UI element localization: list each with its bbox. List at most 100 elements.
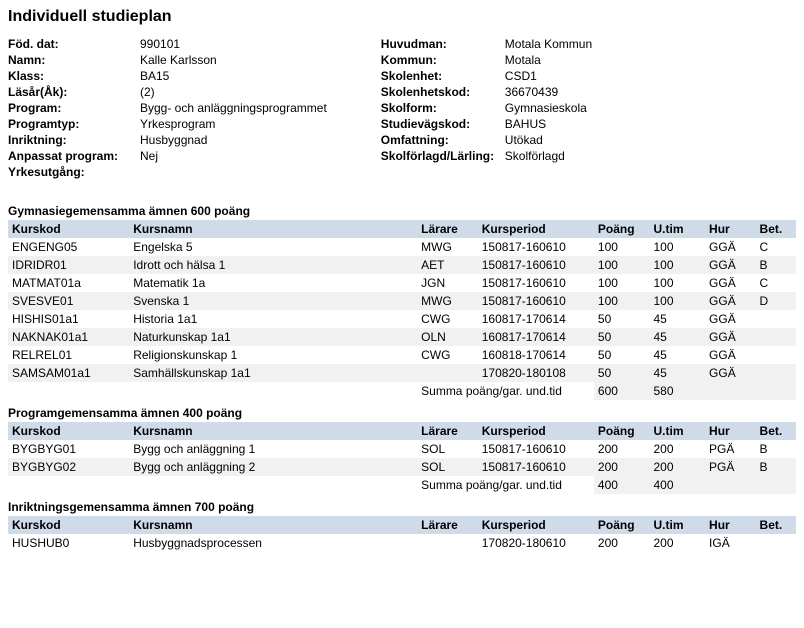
info-value: (2) [136, 84, 331, 100]
column-header: Poäng [594, 422, 650, 440]
cell-period: 150817-160610 [478, 458, 594, 476]
cell-larare: SOL [417, 440, 478, 458]
cell-bet [756, 310, 796, 328]
cell-hur: GGÄ [705, 310, 756, 328]
cell-period: 150817-160610 [478, 256, 594, 274]
cell-kurskod: HUSHUB0 [8, 534, 129, 552]
cell-poang: 100 [594, 292, 650, 310]
info-label: Skolförlagd/Lärling: [381, 148, 501, 164]
info-label: Klass: [8, 68, 136, 84]
info-value: Nej [136, 148, 331, 164]
cell-utim: 200 [649, 534, 705, 552]
table-row: SVESVE01Svenska 1MWG150817-160610100100G… [8, 292, 796, 310]
column-header: Hur [705, 220, 756, 238]
cell-kurskod: NAKNAK01a1 [8, 328, 129, 346]
section-title: Inriktningsgemensamma ämnen 700 poäng [8, 500, 796, 514]
info-label: Kommun: [381, 52, 501, 68]
column-header: Kurskod [8, 516, 129, 534]
info-value: Bygg- och anläggningsprogrammet [136, 100, 331, 116]
column-header: Kursperiod [478, 220, 594, 238]
info-label: Föd. dat: [8, 36, 136, 52]
sum-label: Summa poäng/gar. und.tid [417, 476, 594, 494]
cell-period: 150817-160610 [478, 292, 594, 310]
cell-period: 150817-160610 [478, 440, 594, 458]
cell-larare [417, 364, 478, 382]
cell-kursnamn: Matematik 1a [129, 274, 417, 292]
info-value: Gymnasieskola [501, 100, 596, 116]
cell-kurskod: BYGBYG02 [8, 458, 129, 476]
table-row: HUSHUB0Husbyggnadsprocessen170820-180610… [8, 534, 796, 552]
info-label: Inriktning: [8, 132, 136, 148]
cell-poang: 50 [594, 310, 650, 328]
sections-container: Gymnasiegemensamma ämnen 600 poängKursko… [8, 204, 796, 552]
cell-poang: 200 [594, 458, 650, 476]
cell-kurskod: SAMSAM01a1 [8, 364, 129, 382]
column-header: Kurskod [8, 422, 129, 440]
sum-row: Summa poäng/gar. und.tid400400 [8, 476, 796, 494]
course-table: KurskodKursnamnLärareKursperiodPoängU.ti… [8, 516, 796, 552]
cell-period: 150817-160610 [478, 238, 594, 256]
table-row: RELREL01Religionskunskap 1CWG160818-1706… [8, 346, 796, 364]
sum-row: Summa poäng/gar. und.tid600580 [8, 382, 796, 400]
info-value: BAHUS [501, 116, 596, 132]
cell-kursnamn: Svenska 1 [129, 292, 417, 310]
info-label: Skolenhet: [381, 68, 501, 84]
cell-utim: 45 [649, 364, 705, 382]
table-row: BYGBYG01Bygg och anläggning 1SOL150817-1… [8, 440, 796, 458]
info-label: Omfattning: [381, 132, 501, 148]
cell-kursnamn: Bygg och anläggning 2 [129, 458, 417, 476]
info-value: 36670439 [501, 84, 596, 100]
column-header: Hur [705, 516, 756, 534]
cell-bet [756, 328, 796, 346]
column-header: Kursperiod [478, 516, 594, 534]
cell-utim: 45 [649, 310, 705, 328]
table-row: NAKNAK01a1Naturkunskap 1a1OLN160817-1706… [8, 328, 796, 346]
page-title: Individuell studieplan [8, 8, 796, 26]
student-info-block: Föd. dat:990101Namn:Kalle KarlssonKlass:… [8, 36, 796, 180]
info-value: Motala [501, 52, 596, 68]
info-value: Yrkesprogram [136, 116, 331, 132]
info-value: CSD1 [501, 68, 596, 84]
cell-bet: C [756, 238, 796, 256]
cell-period: 160818-170614 [478, 346, 594, 364]
course-table: KurskodKursnamnLärareKursperiodPoängU.ti… [8, 220, 796, 400]
column-header: Bet. [756, 422, 796, 440]
cell-hur: GGÄ [705, 346, 756, 364]
cell-hur: PGÄ [705, 458, 756, 476]
table-row: IDRIDR01Idrott och hälsa 1AET150817-1606… [8, 256, 796, 274]
column-header: U.tim [649, 422, 705, 440]
cell-utim: 200 [649, 458, 705, 476]
sum-utim: 580 [649, 382, 705, 400]
cell-kurskod: IDRIDR01 [8, 256, 129, 274]
sum-utim: 400 [649, 476, 705, 494]
info-label: Läsår(Åk): [8, 84, 136, 100]
info-label: Namn: [8, 52, 136, 68]
column-header: Kursnamn [129, 220, 417, 238]
info-value: Utökad [501, 132, 596, 148]
cell-kursnamn: Historia 1a1 [129, 310, 417, 328]
cell-utim: 100 [649, 238, 705, 256]
info-label: Programtyp: [8, 116, 136, 132]
column-header: U.tim [649, 220, 705, 238]
cell-utim: 100 [649, 292, 705, 310]
cell-larare: SOL [417, 458, 478, 476]
column-header: Kursperiod [478, 422, 594, 440]
cell-hur: GGÄ [705, 292, 756, 310]
info-label: Anpassat program: [8, 148, 136, 164]
cell-kursnamn: Religionskunskap 1 [129, 346, 417, 364]
cell-period: 150817-160610 [478, 274, 594, 292]
cell-bet: B [756, 440, 796, 458]
cell-utim: 200 [649, 440, 705, 458]
table-row: ENGENG05Engelska 5MWG150817-160610100100… [8, 238, 796, 256]
cell-utim: 100 [649, 274, 705, 292]
table-row: MATMAT01aMatematik 1aJGN150817-160610100… [8, 274, 796, 292]
cell-period: 160817-170614 [478, 328, 594, 346]
column-header: Bet. [756, 516, 796, 534]
cell-bet: B [756, 458, 796, 476]
cell-kursnamn: Engelska 5 [129, 238, 417, 256]
cell-kurskod: ENGENG05 [8, 238, 129, 256]
info-label: Skolenhetskod: [381, 84, 501, 100]
cell-poang: 100 [594, 238, 650, 256]
sum-poang: 400 [594, 476, 650, 494]
cell-utim: 100 [649, 256, 705, 274]
